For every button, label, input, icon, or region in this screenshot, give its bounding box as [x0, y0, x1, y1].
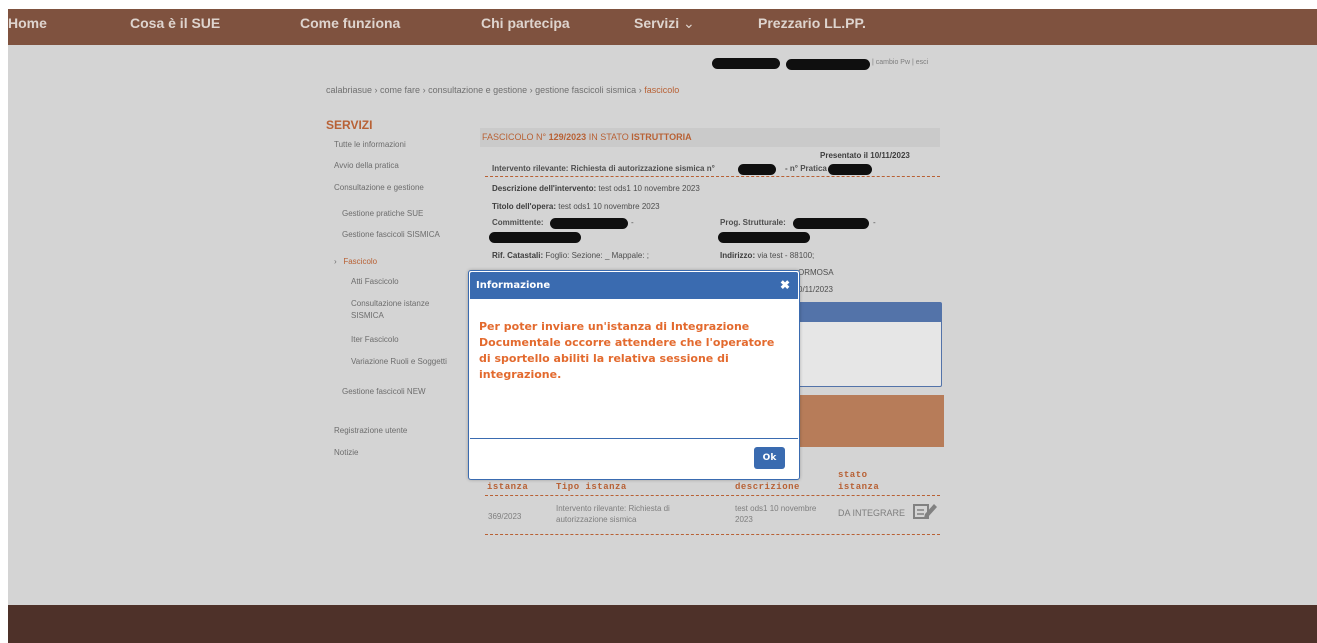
info-dialog: Informazione ✖ Per poter inviare un'ista… — [468, 270, 800, 480]
dialog-title: Informazione — [476, 280, 551, 291]
dialog-header: Informazione ✖ — [470, 272, 798, 299]
dialog-divider — [470, 438, 798, 439]
footer — [8, 605, 1317, 643]
dialog-message: Per poter inviare un'istanza di Integraz… — [479, 320, 775, 381]
ok-button[interactable]: Ok — [754, 447, 785, 469]
close-icon[interactable]: ✖ — [780, 278, 790, 292]
